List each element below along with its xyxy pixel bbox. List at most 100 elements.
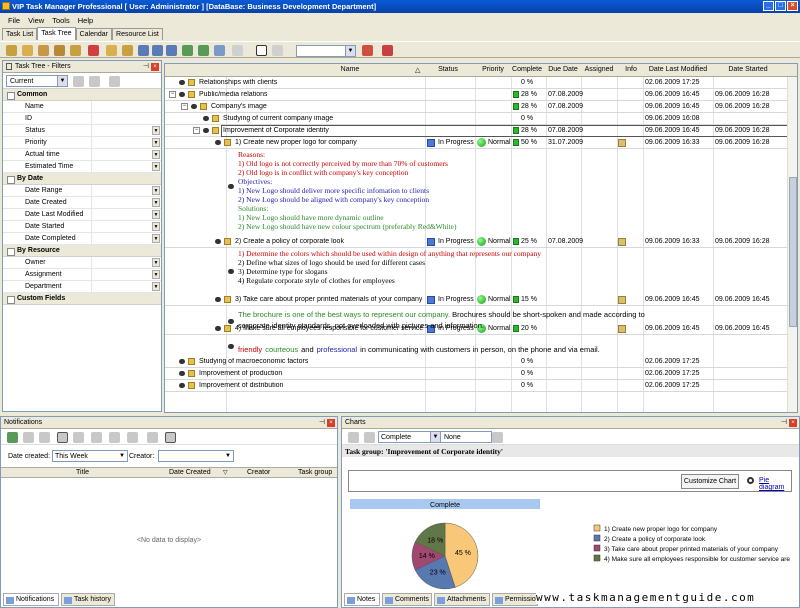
grid-scrollbar[interactable] <box>787 77 797 412</box>
col-status[interactable]: Status <box>427 66 469 73</box>
tab-calendar[interactable]: Calendar <box>75 28 113 40</box>
col-date-last-modified[interactable]: Date Last Modified <box>643 66 713 73</box>
filter-row[interactable]: Estimated Time ▼ <box>3 161 161 173</box>
filter-row-value[interactable]: ▼ <box>91 209 161 220</box>
task-group-icon[interactable] <box>122 45 133 56</box>
filter-section-2[interactable]: By Resource <box>3 245 161 257</box>
menu-tools[interactable]: Tools <box>52 16 70 26</box>
filter-row[interactable]: Date Completed ▼ <box>3 233 161 245</box>
status-icon[interactable] <box>427 139 435 147</box>
tab-permissions[interactable]: Permissio <box>492 593 538 606</box>
task-name[interactable]: Improvement of production <box>199 370 282 377</box>
filter-row-value[interactable]: ▼ <box>91 233 161 244</box>
search-combo[interactable]: ▼ <box>296 45 356 57</box>
paste-task-icon[interactable] <box>70 45 81 56</box>
task-name[interactable]: Studying of macroeconomic factors <box>199 358 308 365</box>
info-icon[interactable] <box>618 139 626 147</box>
filter-section-0[interactable]: Common <box>3 89 161 101</box>
customize-chart-button[interactable]: Customize Chart <box>681 474 739 489</box>
task-name[interactable]: Public/media relations <box>199 91 267 98</box>
chevron-down-icon[interactable]: ▼ <box>152 222 160 231</box>
filter-row-value[interactable]: ▼ <box>91 185 161 196</box>
pin-icon[interactable]: ⊣ <box>143 62 149 70</box>
close-button[interactable]: × <box>787 1 798 11</box>
tab-attachments[interactable]: Attachments <box>434 593 490 606</box>
collapse-icon[interactable]: − <box>181 103 188 110</box>
task-complete[interactable]: 15 % <box>521 296 537 303</box>
col-task-group[interactable]: Task group <box>298 469 332 476</box>
pie-diagram-link[interactable]: Pie diagram <box>759 477 791 491</box>
task-priority[interactable]: Normal <box>488 139 511 146</box>
task-due-date[interactable]: 31.07.2009 <box>548 139 583 146</box>
info-icon[interactable] <box>618 296 626 304</box>
undo-icon[interactable] <box>232 45 243 56</box>
save-filter-icon[interactable] <box>73 76 84 87</box>
task-name[interactable]: Improvement of distribution <box>199 382 283 389</box>
task-complete[interactable]: 0 % <box>521 382 533 389</box>
filter-row[interactable]: Assignment ▼ <box>3 269 161 281</box>
move-down-icon[interactable] <box>166 45 177 56</box>
task-complete[interactable]: 0 % <box>521 370 533 377</box>
print-icon[interactable] <box>382 45 393 56</box>
menu-view[interactable]: View <box>28 16 44 26</box>
funnel-icon[interactable] <box>165 432 176 443</box>
filter-section-3[interactable]: Custom Fields <box>3 293 161 305</box>
filter-row[interactable]: Date Last Modified ▼ <box>3 209 161 221</box>
chevron-down-icon[interactable]: ▼ <box>152 270 160 279</box>
indent-icon[interactable] <box>182 45 193 56</box>
columns-icon[interactable] <box>127 432 138 443</box>
maximize-button[interactable]: □ <box>775 1 786 11</box>
task-priority[interactable]: Normal <box>488 238 511 245</box>
collapse-icon[interactable]: − <box>193 127 200 134</box>
chart-value-combo[interactable]: Complete <box>378 431 438 443</box>
menu-help[interactable]: Help <box>78 16 93 26</box>
col-creator[interactable]: Creator <box>247 469 270 476</box>
filter-row-value[interactable]: ▼ <box>91 125 161 136</box>
clear-filter-icon[interactable] <box>89 76 100 87</box>
radio-icon[interactable] <box>747 477 754 484</box>
task-name[interactable]: Relationships with clients <box>199 79 277 86</box>
task-complete[interactable]: 28 % <box>521 103 537 110</box>
col-date-started[interactable]: Date Started <box>713 66 783 73</box>
export-icon[interactable] <box>364 432 375 443</box>
delete-task-icon[interactable] <box>88 45 99 56</box>
task-complete[interactable]: 50 % <box>521 139 537 146</box>
filter-row[interactable]: Date Started ▼ <box>3 221 161 233</box>
refresh-icon[interactable] <box>7 432 18 443</box>
info-icon[interactable] <box>618 238 626 246</box>
group-icon[interactable] <box>57 432 68 443</box>
move-up-icon[interactable] <box>152 45 163 56</box>
filter-icon[interactable] <box>147 432 158 443</box>
pin-icon[interactable]: ⊣ <box>781 418 787 426</box>
chevron-down-icon[interactable]: ▼ <box>152 282 160 291</box>
col-complete[interactable]: Complete <box>511 66 543 73</box>
filter-options-icon[interactable] <box>109 76 120 87</box>
filter-row[interactable]: Owner ▼ <box>3 257 161 269</box>
task-complete[interactable]: 0 % <box>521 115 533 122</box>
chevron-down-icon[interactable]: ▼ <box>152 234 160 243</box>
task-priority[interactable]: Normal <box>488 296 511 303</box>
filter-row[interactable]: Priority ▼ <box>3 137 161 149</box>
chevron-down-icon[interactable]: ▼ <box>152 186 160 195</box>
date-created-combo[interactable]: This Week ▼ <box>52 450 128 462</box>
new-task-icon[interactable] <box>6 45 17 56</box>
mark-read-icon[interactable] <box>23 432 34 443</box>
chevron-down-icon[interactable]: ▼ <box>152 162 160 171</box>
col-assigned[interactable]: Assigned <box>581 66 617 73</box>
settings-icon[interactable] <box>91 432 102 443</box>
filter-row-value[interactable]: ▼ <box>91 197 161 208</box>
status-icon[interactable] <box>427 296 435 304</box>
filter-row-value[interactable]: ▼ <box>91 269 161 280</box>
task-status[interactable]: In Progress <box>438 296 474 303</box>
scroll-thumb[interactable] <box>789 177 797 327</box>
task-name[interactable]: 2) Create a policy of corporate look <box>235 238 344 245</box>
copy-task-icon[interactable] <box>54 45 65 56</box>
chevron-down-icon[interactable]: ▼ <box>152 198 160 207</box>
filter-row[interactable]: Department ▼ <box>3 281 161 293</box>
tab-comments[interactable]: Comments <box>382 593 432 606</box>
tab-notes[interactable]: Notes <box>344 593 380 606</box>
chevron-down-icon[interactable]: ▼ <box>152 138 160 147</box>
refresh-icon[interactable] <box>198 45 209 56</box>
filter-row-value[interactable]: ▼ <box>91 161 161 172</box>
task-complete[interactable]: 0 % <box>521 79 533 86</box>
